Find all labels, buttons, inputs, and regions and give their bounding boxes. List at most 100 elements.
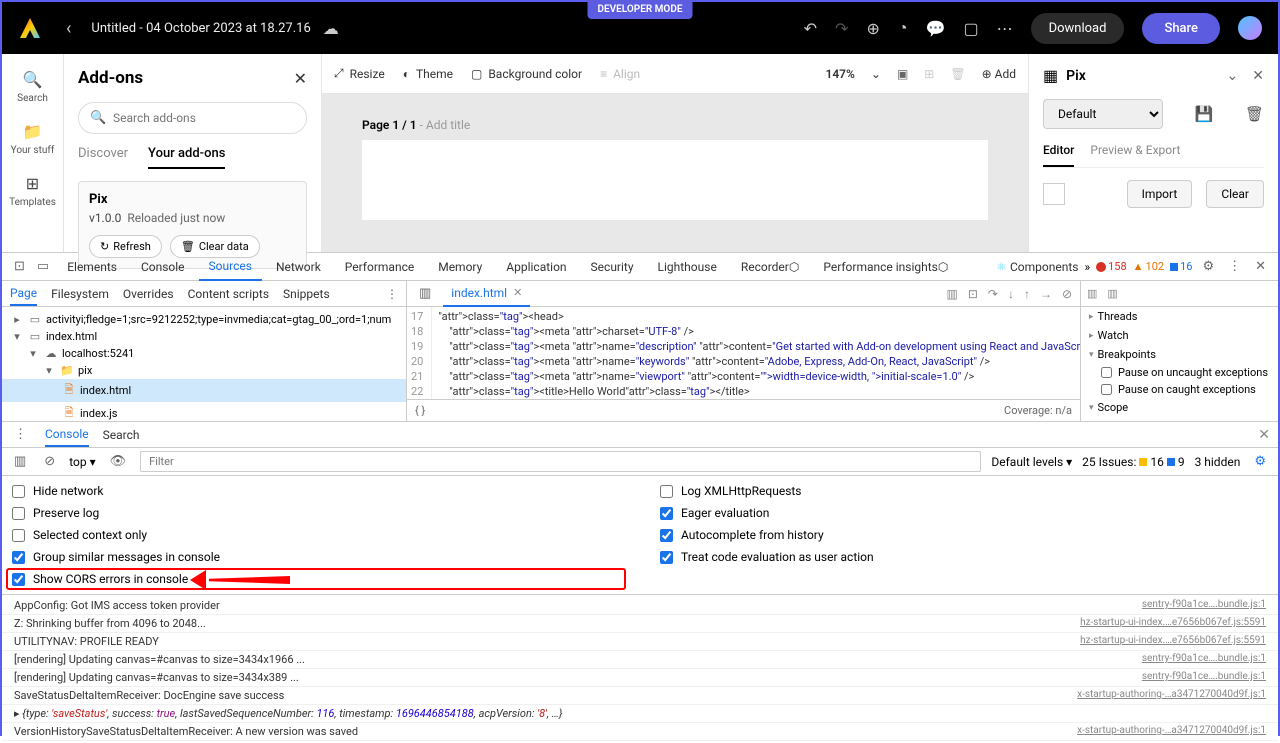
info-count[interactable]: 16 xyxy=(1170,260,1192,273)
chk-preserve-log[interactable]: Preserve log xyxy=(12,506,620,520)
layout-icon[interactable]: ▥ xyxy=(946,287,957,301)
console-log[interactable]: AppConfig: Got IMS access token provider… xyxy=(2,595,1278,743)
clear-icon[interactable]: ⊘ xyxy=(40,454,59,469)
fit-icon[interactable]: ▣ xyxy=(897,67,908,81)
tab-network[interactable]: Network xyxy=(266,253,331,281)
levels-select[interactable]: Default levels ▾ xyxy=(991,455,1072,469)
resize-tool[interactable]: ⤢Resize xyxy=(334,66,385,81)
tree-row[interactable]: ▾📁pix xyxy=(2,362,406,379)
subtab-snippets[interactable]: Snippets xyxy=(283,287,330,301)
lightbulb-icon[interactable]: ◔ xyxy=(898,18,908,38)
chevron-down-icon[interactable]: ⌄ xyxy=(871,67,881,81)
tab-memory[interactable]: Memory xyxy=(428,253,492,281)
tab-security[interactable]: Security xyxy=(581,253,644,281)
invite-icon[interactable]: ⊕ xyxy=(866,19,879,38)
chevron-down-icon[interactable]: ⌄ xyxy=(1227,68,1239,84)
icon[interactable]: ⊡ xyxy=(968,287,978,301)
subtab-content[interactable]: Content scripts xyxy=(188,287,269,301)
add-button[interactable]: ⊕ Add xyxy=(982,67,1016,81)
icon[interactable]: → xyxy=(1040,287,1052,301)
tree-row[interactable]: ▾▭index.html xyxy=(2,328,406,345)
tab-preview[interactable]: Preview & Export xyxy=(1090,143,1180,167)
tree-row[interactable]: 🗎index.html xyxy=(2,379,406,402)
theme-tool[interactable]: ◐Theme xyxy=(403,67,453,81)
icon[interactable]: ↑ xyxy=(1024,287,1030,301)
chk-group-similar[interactable]: Group similar messages in console xyxy=(12,550,620,564)
close-tab-icon[interactable]: ✕ xyxy=(513,286,522,299)
download-button[interactable]: Download xyxy=(1031,13,1125,44)
tab-performance[interactable]: Performance xyxy=(335,253,424,281)
chk-show-cors[interactable]: Show CORS errors in console xyxy=(6,568,626,590)
grid-icon[interactable]: ⊞ xyxy=(924,67,934,81)
more-tabs-icon[interactable]: » xyxy=(1084,260,1090,274)
save-icon[interactable]: 💾 xyxy=(1195,105,1214,123)
close-drawer-icon[interactable]: ✕ xyxy=(1258,427,1270,443)
warn-count[interactable]: ▲102 xyxy=(1133,260,1164,273)
code-content[interactable]: "attr">class="tag"><head> "attr">class="… xyxy=(432,307,1080,399)
tree-row[interactable]: ▸▭activityi;fledge=1;src=9212252;type=in… xyxy=(2,311,406,328)
tab-console[interactable]: Console xyxy=(131,253,195,281)
icon[interactable]: ↓ xyxy=(1008,287,1014,301)
tab-recorder[interactable]: Recorder ⬡ xyxy=(731,253,810,281)
clear-button[interactable]: Clear xyxy=(1206,180,1264,208)
chk-log-xhr[interactable]: Log XMLHttpRequests xyxy=(660,484,1268,498)
error-count[interactable]: 158 xyxy=(1096,260,1127,273)
section-watch[interactable]: ▸Watch xyxy=(1081,326,1278,345)
settings-icon[interactable]: ⚙ xyxy=(1250,454,1270,469)
icon[interactable]: ⊘ xyxy=(1062,287,1072,301)
components-tab[interactable]: ⚛ Components xyxy=(996,260,1078,274)
tree-row[interactable]: ▾☁localhost:5241 xyxy=(2,345,406,362)
file-tree[interactable]: ▸▭activityi;fledge=1;src=9212252;type=in… xyxy=(2,307,406,421)
more-icon[interactable]: ⋮ xyxy=(10,427,31,442)
chk-autocomplete[interactable]: Autocomplete from history xyxy=(660,528,1268,542)
layer-swatch[interactable] xyxy=(1043,183,1065,205)
canvas-stage[interactable]: Page 1 / 1 - Add title xyxy=(322,94,1028,252)
issues-count[interactable]: 25 Issues: 16 9 xyxy=(1082,455,1184,469)
tab-your-addons[interactable]: Your add-ons xyxy=(148,146,225,169)
preset-select[interactable]: Default xyxy=(1043,99,1163,129)
more-icon[interactable]: ⋯ xyxy=(997,19,1013,38)
canvas-page[interactable] xyxy=(362,140,988,220)
trash-icon[interactable]: 🗑 xyxy=(1245,105,1264,123)
search-addons-input[interactable] xyxy=(78,102,307,134)
trash-icon[interactable]: 🗑 xyxy=(950,67,965,81)
zoom-level[interactable]: 147% xyxy=(825,67,854,81)
icon[interactable]: ▥ xyxy=(1087,287,1097,300)
more-icon[interactable]: ⋮ xyxy=(1224,259,1245,274)
eye-icon[interactable]: 👁 xyxy=(106,454,131,469)
user-avatar[interactable] xyxy=(1238,16,1262,40)
tab-lighthouse[interactable]: Lighthouse xyxy=(648,253,727,281)
subtab-overrides[interactable]: Overrides xyxy=(123,287,174,301)
rail-yourstuff[interactable]: 📁Your stuff xyxy=(11,122,55,156)
redo-icon[interactable]: ↷ xyxy=(835,19,848,38)
share-button[interactable]: Share xyxy=(1142,13,1220,44)
close-icon[interactable]: ✕ xyxy=(294,69,307,88)
undo-icon[interactable]: ↶ xyxy=(804,19,817,38)
tree-row[interactable]: 🗎index.js xyxy=(2,402,406,421)
braces-icon[interactable]: { } xyxy=(415,404,425,417)
back-icon[interactable]: ‹ xyxy=(66,18,71,39)
close-icon[interactable]: ✕ xyxy=(1252,68,1264,84)
rail-templates[interactable]: ⊞Templates xyxy=(9,174,56,208)
icon[interactable]: ▥ xyxy=(1107,287,1117,300)
section-scope[interactable]: ▾Scope xyxy=(1081,398,1278,417)
chk-hide-network[interactable]: Hide network xyxy=(12,484,620,498)
present-icon[interactable]: ▢ xyxy=(963,19,978,38)
import-button[interactable]: Import xyxy=(1127,180,1193,208)
chk-pause-caught[interactable]: Pause on caught exceptions xyxy=(1081,381,1278,398)
section-threads[interactable]: ▸Threads xyxy=(1081,307,1278,326)
context-select[interactable]: top ▾ xyxy=(69,455,95,469)
tab-search[interactable]: Search xyxy=(103,428,140,442)
subtab-filesystem[interactable]: Filesystem xyxy=(51,287,109,301)
icon[interactable]: ↷ xyxy=(988,287,998,301)
subtab-page[interactable]: Page xyxy=(10,286,37,306)
tab-elements[interactable]: Elements xyxy=(57,253,127,281)
tab-sources[interactable]: Sources xyxy=(199,253,262,281)
sidebar-toggle-icon[interactable]: ▥ xyxy=(415,286,435,301)
chk-eager-eval[interactable]: Eager evaluation xyxy=(660,506,1268,520)
more-icon[interactable]: ⋮ xyxy=(386,287,398,301)
device-icon[interactable]: ▭ xyxy=(33,259,53,274)
tab-editor[interactable]: Editor xyxy=(1043,143,1074,167)
bgcolor-tool[interactable]: ▢Background color xyxy=(471,67,582,81)
close-icon[interactable]: ✕ xyxy=(1251,259,1270,274)
